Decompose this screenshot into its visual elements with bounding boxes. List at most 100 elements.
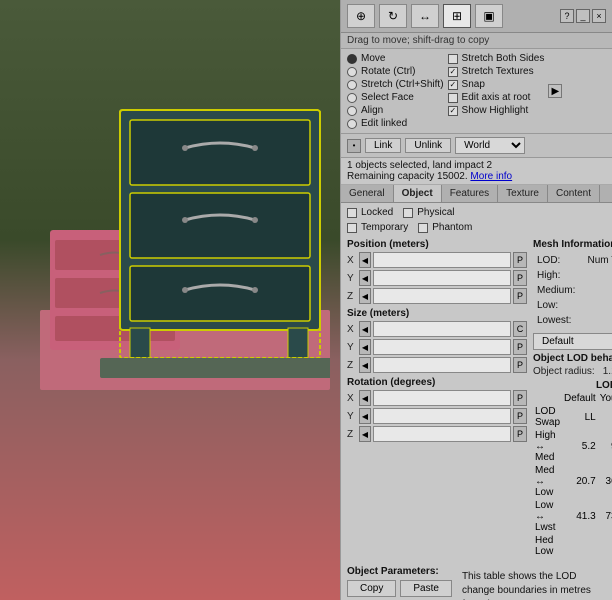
temporary-option[interactable]: Temporary: [347, 222, 408, 233]
size-section: Size (meters) X ◀ C Y ◀ P: [347, 308, 527, 373]
size-y-input[interactable]: [373, 339, 511, 355]
rotate-radio[interactable]: [347, 67, 357, 77]
paste-button[interactable]: Paste: [400, 580, 452, 597]
stretch-textures-option[interactable]: Stretch Textures: [448, 66, 545, 77]
transform-tool-btn[interactable]: ⊞: [443, 4, 471, 28]
edit-linked-option[interactable]: Edit linked: [347, 118, 444, 129]
phantom-checkbox[interactable]: [418, 223, 428, 233]
size-y-dec[interactable]: ◀: [359, 339, 371, 355]
pos-y-lock[interactable]: P: [513, 270, 527, 286]
rot-y-input[interactable]: [373, 408, 511, 424]
pos-x-label: X: [347, 255, 357, 266]
tab-features[interactable]: Features: [442, 185, 498, 202]
move-radio[interactable]: [347, 54, 357, 64]
rot-x-dec[interactable]: ◀: [359, 390, 371, 406]
physical-checkbox[interactable]: [403, 208, 413, 218]
show-highlight-checkbox[interactable]: [448, 106, 458, 116]
stretch-both-sides-checkbox[interactable]: [448, 54, 458, 64]
underscore-btn[interactable]: _: [576, 9, 590, 23]
rot-z-label: Z: [347, 429, 357, 440]
phantom-option[interactable]: Phantom: [418, 222, 472, 233]
pos-z-input[interactable]: [373, 288, 511, 304]
rot-z-p[interactable]: P: [513, 426, 527, 442]
viewport: [0, 0, 340, 600]
temporary-checkbox[interactable]: [347, 223, 357, 233]
camera-tool-btn[interactable]: ▣: [475, 4, 503, 28]
toolbar: ⊕ ↻ ↔ ⊞ ▣ ? _ ×: [341, 0, 612, 33]
low-lwst-default: 41.3: [562, 499, 598, 534]
rot-z-dec[interactable]: ◀: [359, 426, 371, 442]
move-option[interactable]: Move: [347, 53, 444, 64]
size-x-dec[interactable]: ◀: [359, 321, 371, 337]
stretch-textures-checkbox[interactable]: [448, 67, 458, 77]
unlink-button[interactable]: Unlink: [405, 138, 451, 153]
rot-x-p[interactable]: P: [513, 390, 527, 406]
tab-object[interactable]: Object: [394, 185, 442, 202]
select-face-option[interactable]: Select Face: [347, 92, 444, 103]
copy-button[interactable]: Copy: [347, 580, 396, 597]
pos-x-dec[interactable]: ◀: [359, 252, 371, 268]
rot-x-input[interactable]: [373, 390, 511, 406]
locked-option[interactable]: Locked: [347, 207, 393, 218]
pos-x-input[interactable]: [373, 252, 511, 268]
stretch-option[interactable]: Stretch (Ctrl+Shift): [347, 79, 444, 90]
edit-axis-checkbox[interactable]: [448, 93, 458, 103]
size-y-p[interactable]: P: [513, 339, 527, 355]
pos-z-lock[interactable]: P: [513, 288, 527, 304]
minimize-btn[interactable]: ?: [560, 9, 574, 23]
rot-x-label: X: [347, 393, 357, 404]
align-radio[interactable]: [347, 106, 357, 116]
rotate-tool-btn[interactable]: ↻: [379, 4, 407, 28]
tab-general[interactable]: General: [341, 185, 394, 202]
rot-y-dec[interactable]: ◀: [359, 408, 371, 424]
show-highlight-option[interactable]: Show Highlight: [448, 105, 545, 116]
size-x-c[interactable]: C: [513, 321, 527, 337]
align-option[interactable]: Align: [347, 105, 444, 116]
pos-x-lock[interactable]: P: [513, 252, 527, 268]
rot-z-input[interactable]: [373, 426, 511, 442]
size-x-row: X ◀ C: [347, 321, 527, 337]
size-x-label: X: [347, 324, 357, 335]
snap-option[interactable]: Snap: [448, 79, 545, 90]
pos-z-dec[interactable]: ◀: [359, 288, 371, 304]
rotation-section: Rotation (degrees) X ◀ P Y ◀ P: [347, 377, 527, 442]
lod-dropdown[interactable]: Default: [533, 333, 612, 350]
size-x-input[interactable]: [373, 321, 511, 337]
snap-checkbox[interactable]: [448, 80, 458, 90]
pos-y-row: Y ◀ P: [347, 270, 527, 286]
two-col-layout: Position (meters) X ◀ P Y ◀ P: [347, 239, 606, 562]
edit-axis-option[interactable]: Edit axis at root: [448, 92, 545, 103]
med-low-label: Med ↔ Low: [533, 464, 562, 499]
world-select[interactable]: World: [455, 137, 525, 154]
locked-checkbox[interactable]: [347, 208, 357, 218]
dot-btn[interactable]: •: [347, 139, 361, 153]
stretch-tool-btn[interactable]: ↔: [411, 4, 439, 28]
pos-y-input[interactable]: [373, 270, 511, 286]
more-info-link[interactable]: More info: [470, 171, 512, 182]
edit-linked-radio[interactable]: [347, 119, 357, 129]
med-low-default: 20.7: [562, 464, 598, 499]
size-z-dec[interactable]: ◀: [359, 357, 371, 373]
object-radius-row: Object radius: 1.102: [533, 366, 612, 377]
tab-texture[interactable]: Texture: [498, 185, 548, 202]
stretch-radio[interactable]: [347, 80, 357, 90]
size-z-input[interactable]: [373, 357, 511, 373]
rot-y-p[interactable]: P: [513, 408, 527, 424]
options-arrow-btn[interactable]: ▶: [548, 84, 562, 98]
pos-y-dec[interactable]: ◀: [359, 270, 371, 286]
tab-content[interactable]: Content: [548, 185, 600, 202]
high-med-default: 5.2: [562, 429, 598, 464]
move-tool-btn[interactable]: ⊕: [347, 4, 375, 28]
stretch-both-sides-option[interactable]: Stretch Both Sides: [448, 53, 545, 64]
physical-option[interactable]: Physical: [403, 207, 454, 218]
select-face-radio[interactable]: [347, 93, 357, 103]
options-section: Move Rotate (Ctrl) Stretch (Ctrl+Shift) …: [341, 49, 612, 134]
num-triangles-label: Num Triangles: [582, 254, 612, 267]
main-content: Locked Physical Temporary Phantom: [341, 203, 612, 600]
close-btn[interactable]: ×: [592, 9, 606, 23]
rotate-option[interactable]: Rotate (Ctrl): [347, 66, 444, 77]
size-z-p[interactable]: P: [513, 357, 527, 373]
lod-dropdown-row: Default: [533, 333, 612, 350]
link-button[interactable]: Link: [365, 138, 401, 153]
lowest-value: 3: [582, 314, 612, 327]
